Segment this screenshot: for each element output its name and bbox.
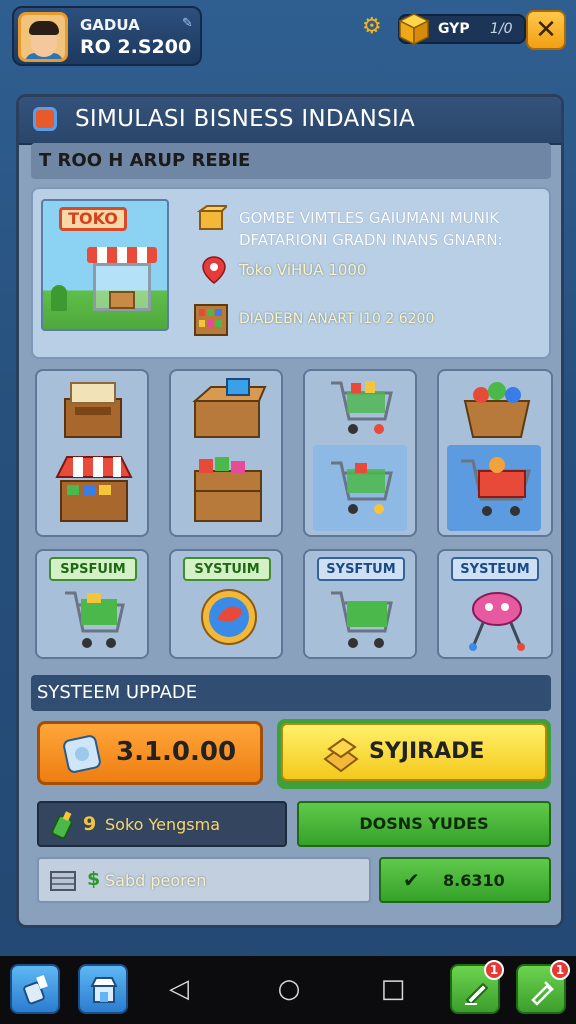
- system-tag-2: SYSTUIM: [183, 557, 271, 581]
- upgrade-header: SYSTEEM UPPADE: [31, 675, 551, 711]
- gold-bars-icon: [323, 737, 359, 773]
- fruit-basket-icon: [463, 382, 531, 438]
- money-cart-icon: [65, 591, 125, 648]
- store-level-row: 9 Soko Yengsma: [37, 801, 287, 847]
- system-tile-1[interactable]: SPSFUIM: [35, 549, 149, 659]
- upgrade-button-frame: SYJIRADE: [277, 719, 551, 789]
- item-tile-basket[interactable]: [437, 369, 553, 537]
- green-action-label: DOSNS YUDES: [359, 814, 489, 833]
- shopping-cart-full-icon: [331, 461, 393, 514]
- resource-counter: GYP 1/0: [398, 13, 526, 46]
- shop-icon: [90, 977, 118, 1003]
- system-tile-3[interactable]: SYSFTUM: [303, 549, 417, 659]
- storage-crate-icon: [192, 378, 267, 438]
- upgrade-cost-label: 3.1.0.00: [116, 737, 237, 767]
- bottom-nav-bar: ◁ ○ □ 1 1: [0, 956, 576, 1024]
- saved-label: Sabd peoren: [105, 871, 207, 890]
- panel-subheader: T ROO H ARUP REBIE: [31, 143, 551, 179]
- edit-button[interactable]: 1: [450, 960, 504, 1014]
- counter-icon: [64, 382, 122, 438]
- system-tile-4[interactable]: SYSTEUM: [437, 549, 553, 659]
- close-button[interactable]: ✕: [526, 10, 566, 50]
- confirm-value: 8.6310: [443, 871, 505, 890]
- edit-pencil-icon[interactable]: ✎: [182, 16, 193, 31]
- home-nav-icon[interactable]: ○: [276, 974, 302, 1004]
- plant-icon: [51, 285, 67, 311]
- location-pin-icon: [202, 256, 226, 284]
- recents-nav-icon[interactable]: □: [380, 974, 406, 1004]
- pencil-icon: [531, 981, 554, 1006]
- store-sign: TOKO: [59, 207, 127, 231]
- green-action-button[interactable]: DOSNS YUDES: [297, 801, 551, 847]
- brush-icon: [23, 974, 48, 1005]
- produce-crate-icon: [194, 457, 262, 522]
- confirm-button[interactable]: ✔ 8.6310: [379, 857, 551, 903]
- upgrade-cost-button[interactable]: 3.1.0.00: [37, 721, 263, 785]
- player-avatar[interactable]: [18, 12, 68, 62]
- red-cart-icon: [461, 457, 531, 516]
- back-nav-icon[interactable]: ◁: [166, 974, 192, 1004]
- system-tag-1: SPSFUIM: [49, 557, 137, 581]
- pencil-notification-badge: 1: [550, 960, 570, 980]
- kiosk-icon: [87, 247, 157, 319]
- robot-creature-icon: [469, 592, 525, 651]
- edit-notification-badge: 1: [484, 960, 504, 980]
- business-panel: SIMULASI BISNESS INDANSIA T ROO H ARUP R…: [16, 94, 564, 928]
- badge-medal-icon: [201, 589, 257, 645]
- panel-title: SIMULASI BISNESS INDANSIA: [75, 106, 416, 132]
- gold-cube-icon: [398, 13, 430, 46]
- box-icon: [197, 205, 227, 230]
- green-cart-icon: [331, 591, 393, 648]
- resource-label: GYP: [438, 21, 470, 37]
- system-tile-2[interactable]: SYSTUIM: [169, 549, 283, 659]
- pen-icon: [465, 982, 489, 1006]
- store-illustration: TOKO: [41, 199, 169, 331]
- shop-button[interactable]: [78, 964, 128, 1014]
- item-tile-crates[interactable]: [169, 369, 283, 537]
- store-level-label: Soko Yengsma: [105, 815, 221, 834]
- store-info-card: TOKO GOMBE VIMTLES GAIUMANI MUNIK DFATAR…: [31, 187, 551, 359]
- gear-coin-icon: ⚙: [362, 14, 382, 39]
- system-tag-3: SYSFTUM: [317, 557, 405, 581]
- store-description: GOMBE VIMTLES GAIUMANI MUNIK DFATARIONI …: [239, 209, 503, 249]
- shopping-cart-icon: [331, 381, 393, 434]
- resource-value: 1/0: [490, 21, 513, 37]
- upgrade-title: SYSTEEM UPPADE: [37, 682, 198, 703]
- store-level-number: 9: [83, 813, 97, 835]
- player-profile[interactable]: GADUA RO 2.S200 ✎: [12, 6, 202, 66]
- store-stats: DIADEBN ANART I10 2 6200: [239, 311, 435, 327]
- system-tag-4: SYSTEUM: [451, 557, 539, 581]
- tool-button[interactable]: [10, 964, 60, 1014]
- upgrade-button-label: SYJIRADE: [369, 739, 485, 764]
- check-icon: ✔: [403, 868, 420, 892]
- cash-stack-icon: [50, 871, 76, 891]
- bottle-icon: [51, 811, 73, 839]
- market-stall-icon: [55, 456, 133, 522]
- panel-header: SIMULASI BISNESS INDANSIA: [19, 97, 561, 145]
- shelf-icon: [194, 304, 228, 336]
- top-bar: GADUA RO 2.S200 ✎ ⚙ GYP 1/0 ✕: [0, 0, 576, 80]
- panel-subtitle: T ROO H ARUP REBIE: [39, 150, 251, 171]
- player-name: GADUA: [80, 16, 140, 34]
- saved-row: $ Sabd peoren: [37, 857, 371, 903]
- item-tile-counter[interactable]: [35, 369, 149, 537]
- player-money: RO 2.S200: [80, 36, 192, 58]
- dollar-icon: $: [87, 868, 101, 890]
- business-icon: [33, 107, 57, 131]
- store-location: Toko ViHUA 1000: [239, 261, 367, 279]
- item-tile-cart[interactable]: [303, 369, 417, 537]
- upgrade-button[interactable]: SYJIRADE: [281, 723, 547, 781]
- pencil-button[interactable]: 1: [516, 960, 570, 1014]
- ticket-icon: [63, 735, 101, 773]
